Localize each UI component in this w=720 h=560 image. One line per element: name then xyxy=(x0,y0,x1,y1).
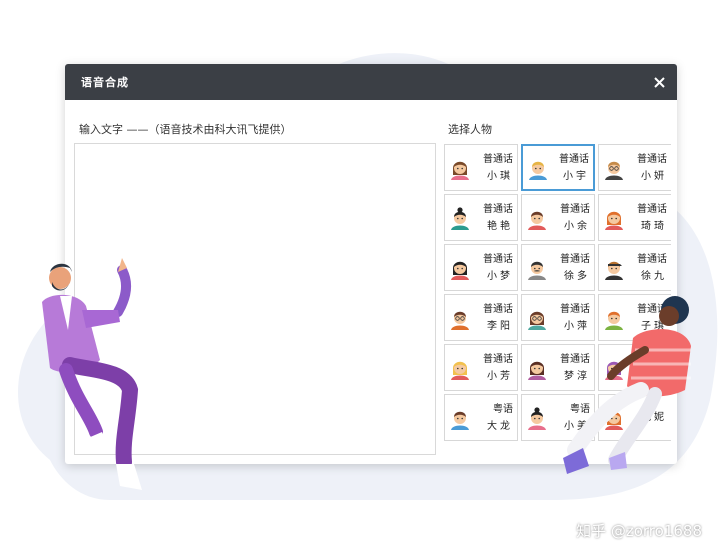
character-language: 普通话 xyxy=(483,153,513,165)
character-card[interactable]: 普通话 小芳 xyxy=(444,344,518,391)
character-card[interactable]: 普通话 徐九 xyxy=(598,244,671,291)
boy-glasses-icon xyxy=(448,306,472,330)
character-language: 普通话 xyxy=(483,303,513,315)
boy-cap-icon xyxy=(602,256,626,280)
character-language: 普通话 xyxy=(560,203,590,215)
character-text: 普通话 徐多 xyxy=(549,251,594,285)
girl-black-hair-icon xyxy=(448,256,472,280)
input-text-label: 输入文字 ——（语音技术由科大讯飞提供） xyxy=(79,123,292,136)
character-name: 艳艳 xyxy=(487,220,513,232)
character-card[interactable]: 粤语 大龙 xyxy=(444,394,518,441)
character-language: 普通话 xyxy=(560,253,590,265)
character-language: 普通话 xyxy=(637,203,667,215)
character-name: 李阳 xyxy=(487,320,513,332)
character-language: 普通话 xyxy=(483,203,513,215)
person-illustration-right xyxy=(563,296,691,474)
character-name: 琦琦 xyxy=(641,220,667,232)
character-card[interactable]: 普通话 小宇 xyxy=(521,144,595,191)
close-button[interactable] xyxy=(651,74,667,90)
character-name: 小琪 xyxy=(487,170,513,182)
girl-blonde-hair-icon xyxy=(448,356,472,380)
boy-brown-hair-icon xyxy=(525,206,549,230)
man-mustache-icon xyxy=(525,256,549,280)
select-character-label: 选择人物 xyxy=(448,123,492,136)
character-text: 粤语 大龙 xyxy=(472,401,517,435)
girl-brown-hair-icon xyxy=(448,156,472,180)
dialog-header: 语音合成 xyxy=(65,64,677,100)
character-language: 普通话 xyxy=(483,253,513,265)
character-name: 小妍 xyxy=(641,170,667,182)
close-icon xyxy=(653,76,665,88)
character-name: 徐多 xyxy=(564,270,590,282)
character-name: 徐九 xyxy=(641,270,667,282)
character-card[interactable]: 普通话 小琪 xyxy=(444,144,518,191)
character-text: 普通话 李阳 xyxy=(472,301,517,335)
character-text: 普通话 小余 xyxy=(549,201,594,235)
character-card[interactable]: 普通话 徐多 xyxy=(521,244,595,291)
character-text: 普通话 琦琦 xyxy=(626,201,671,235)
character-card[interactable]: 普通话 小妍 xyxy=(598,144,671,191)
character-text: 普通话 小琪 xyxy=(472,151,517,185)
character-name: 小芳 xyxy=(487,370,513,382)
character-text: 普通话 徐九 xyxy=(626,251,671,285)
watermark: 知乎 @zorro1688 xyxy=(576,522,702,540)
character-card[interactable]: 普通话 小梦 xyxy=(444,244,518,291)
boy-blond-hair-icon xyxy=(526,156,550,180)
character-name: 小梦 xyxy=(487,270,513,282)
character-language: 粤语 xyxy=(493,403,513,415)
character-name: 小宇 xyxy=(563,170,589,182)
character-language: 普通话 xyxy=(637,153,667,165)
character-language: 普通话 xyxy=(483,353,513,365)
character-text: 普通话 小妍 xyxy=(626,151,671,185)
character-name: 大龙 xyxy=(487,420,513,432)
character-text: 普通话 小芳 xyxy=(472,351,517,385)
character-text: 普通话 小宇 xyxy=(550,151,593,185)
character-language: 普通话 xyxy=(637,253,667,265)
character-card[interactable]: 普通话 李阳 xyxy=(444,294,518,341)
character-name: 小余 xyxy=(564,220,590,232)
character-card[interactable]: 普通话 艳艳 xyxy=(444,194,518,241)
character-card[interactable]: 普通话 琦琦 xyxy=(598,194,671,241)
character-card[interactable]: 普通话 小余 xyxy=(521,194,595,241)
boy-blue-shirt-icon xyxy=(448,406,472,430)
character-language: 普通话 xyxy=(559,153,589,165)
girl-orange-hair-icon xyxy=(602,206,626,230)
dialog-title: 语音合成 xyxy=(81,76,129,89)
character-text: 普通话 小梦 xyxy=(472,251,517,285)
person-illustration-left xyxy=(42,258,142,490)
glasses-girl-icon xyxy=(602,156,626,180)
character-text: 普通话 艳艳 xyxy=(472,201,517,235)
girl-bun-icon xyxy=(448,206,472,230)
